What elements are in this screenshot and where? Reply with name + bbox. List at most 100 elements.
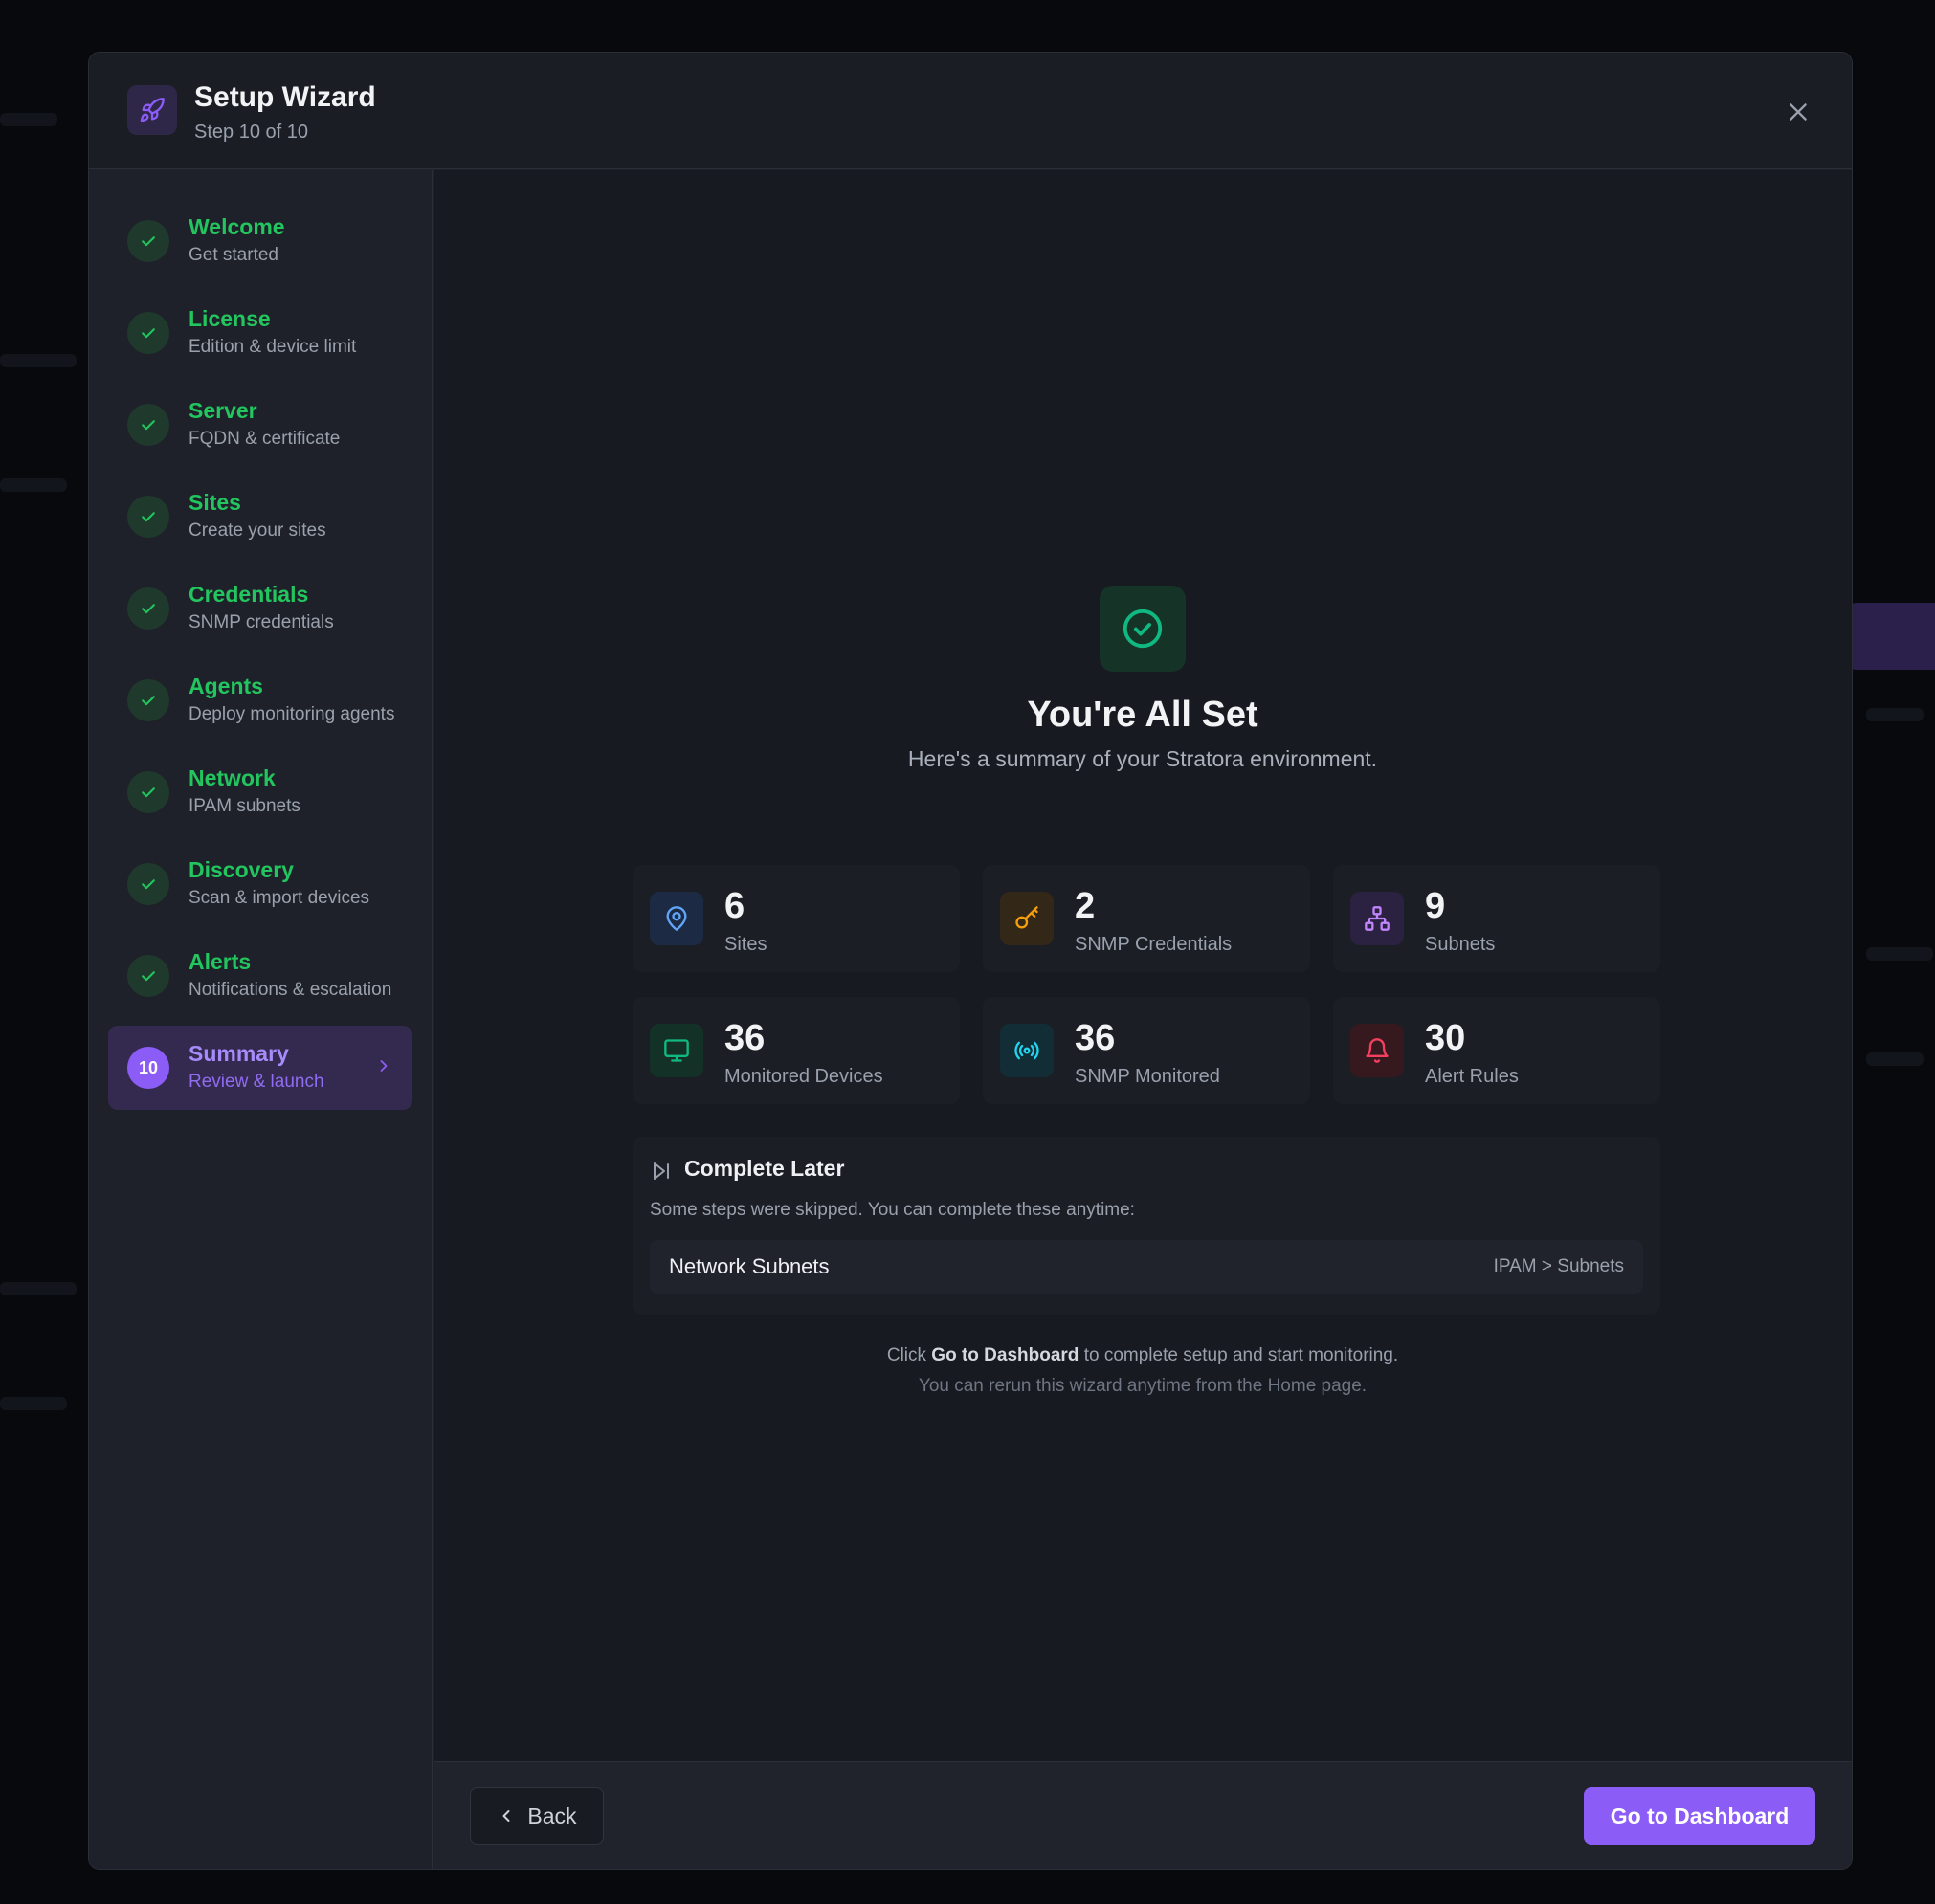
step-name: Sites <box>189 490 241 515</box>
stat-value: 9 <box>1425 886 1446 926</box>
stat-label: Sites <box>724 934 767 955</box>
background-text <box>1866 708 1924 721</box>
complete-later-description: Some steps were skipped. You can complet… <box>650 1200 1135 1220</box>
modal-header: Setup Wizard Step 10 of 10 <box>89 53 1852 169</box>
stat-card-subnets: 9 Subnets <box>1333 865 1660 972</box>
radio-icon <box>1000 1024 1054 1077</box>
success-check-icon <box>1100 586 1186 672</box>
step-summary[interactable]: 10 Summary Review & launch <box>108 1026 412 1110</box>
back-button-label: Back <box>527 1803 577 1828</box>
check-icon <box>127 955 169 997</box>
stat-card-snmp-credentials: 2 SNMP Credentials <box>983 865 1310 972</box>
skipped-item-path: IPAM > Subnets <box>1493 1256 1624 1276</box>
step-name: Credentials <box>189 582 309 607</box>
wizard-title: Setup Wizard <box>194 81 376 113</box>
complete-later-card: Complete Later Some steps were skipped. … <box>633 1137 1660 1315</box>
stat-label: SNMP Credentials <box>1075 934 1233 955</box>
step-description: IPAM subnets <box>189 796 300 816</box>
step-description: FQDN & certificate <box>189 429 341 449</box>
setup-wizard-modal: Setup Wizard Step 10 of 10 Welcome Get s… <box>88 52 1853 1870</box>
stat-value: 36 <box>724 1018 766 1058</box>
go-to-dashboard-button[interactable]: Go to Dashboard <box>1584 1787 1815 1845</box>
background-text <box>0 113 57 126</box>
check-icon <box>127 679 169 721</box>
background-text <box>1866 947 1933 961</box>
step-description: Create your sites <box>189 520 326 541</box>
dashboard-instruction: Click Go to Dashboard to complete setup … <box>434 1345 1852 1366</box>
step-number-badge: 10 <box>127 1047 169 1089</box>
instruction-emphasis: Go to Dashboard <box>931 1345 1079 1365</box>
step-description: Get started <box>189 245 278 265</box>
step-description: SNMP credentials <box>189 612 334 632</box>
skip-forward-icon <box>650 1160 673 1187</box>
stat-card-alert-rules: 30 Alert Rules <box>1333 997 1660 1104</box>
step-name: License <box>189 306 271 331</box>
monitor-icon <box>650 1024 703 1077</box>
page-title: You're All Set <box>1027 695 1258 735</box>
chevron-left-icon <box>502 1810 510 1822</box>
step-description: Notifications & escalation <box>189 980 392 1000</box>
stat-label: SNMP Monitored <box>1075 1066 1220 1087</box>
step-discovery[interactable]: Discovery Scan & import devices <box>108 842 412 926</box>
instruction-text: Click <box>886 1345 932 1365</box>
stat-card-sites: 6 Sites <box>633 865 960 972</box>
rerun-hint: You can rerun this wizard anytime from t… <box>918 1376 1368 1396</box>
step-sites[interactable]: Sites Create your sites <box>108 475 412 559</box>
summary-panel: You're All Set Here's a summary of your … <box>434 170 1852 1761</box>
check-icon <box>127 312 169 354</box>
step-network[interactable]: Network IPAM subnets <box>108 750 412 834</box>
step-name: Discovery <box>189 857 294 882</box>
check-icon <box>127 404 169 446</box>
check-icon <box>127 771 169 813</box>
stat-value: 6 <box>724 886 745 926</box>
step-server[interactable]: Server FQDN & certificate <box>108 383 412 467</box>
check-icon <box>127 220 169 262</box>
stat-label: Alert Rules <box>1425 1066 1519 1087</box>
check-icon <box>127 863 169 905</box>
stat-card-monitored-devices: 36 Monitored Devices <box>633 997 960 1104</box>
stat-value: 30 <box>1425 1018 1466 1058</box>
background-text <box>0 1282 77 1295</box>
stat-value: 2 <box>1075 886 1096 926</box>
stat-label: Monitored Devices <box>724 1066 883 1087</box>
step-description: Edition & device limit <box>189 337 357 357</box>
complete-later-title: Complete Later <box>684 1156 845 1181</box>
skipped-item-name: Network Subnets <box>669 1254 830 1278</box>
step-description: Scan & import devices <box>189 888 370 908</box>
bell-icon <box>1350 1024 1404 1077</box>
background-active-item <box>1847 603 1935 670</box>
step-alerts[interactable]: Alerts Notifications & escalation <box>108 934 412 1018</box>
step-name: Summary <box>189 1041 289 1066</box>
instruction-text: to complete setup and start monitoring. <box>1079 1345 1399 1365</box>
step-welcome[interactable]: Welcome Get started <box>108 199 412 283</box>
close-button[interactable] <box>1779 93 1817 131</box>
network-icon <box>1350 892 1404 945</box>
skipped-item-network-subnets[interactable]: Network Subnets IPAM > Subnets <box>650 1240 1643 1294</box>
chevron-right-icon <box>374 1056 393 1080</box>
step-credentials[interactable]: Credentials SNMP credentials <box>108 566 412 651</box>
background-text <box>0 478 67 492</box>
check-icon <box>127 496 169 538</box>
stat-card-snmp-monitored: 36 SNMP Monitored <box>983 997 1310 1104</box>
key-icon <box>1000 892 1054 945</box>
background-text <box>0 354 77 367</box>
step-description: Review & launch <box>189 1072 324 1092</box>
close-icon <box>1790 103 1807 121</box>
step-name: Network <box>189 765 276 790</box>
back-button[interactable]: Back <box>470 1787 604 1845</box>
step-name: Alerts <box>189 949 252 974</box>
stat-label: Subnets <box>1425 934 1496 955</box>
background-text <box>0 1397 67 1410</box>
wizard-step-indicator: Step 10 of 10 <box>194 122 308 143</box>
wizard-steps-sidebar: Welcome Get started License Edition & de… <box>89 170 433 1869</box>
page-subtitle: Here's a summary of your Stratora enviro… <box>907 746 1378 771</box>
step-name: Agents <box>189 674 263 698</box>
step-agents[interactable]: Agents Deploy monitoring agents <box>108 658 412 742</box>
wizard-footer: Back Go to Dashboard <box>434 1761 1852 1869</box>
step-description: Deploy monitoring agents <box>189 704 395 724</box>
step-name: Server <box>189 398 257 423</box>
background-text <box>1866 1052 1924 1066</box>
check-icon <box>127 587 169 630</box>
stat-value: 36 <box>1075 1018 1116 1058</box>
step-license[interactable]: License Edition & device limit <box>108 291 412 375</box>
